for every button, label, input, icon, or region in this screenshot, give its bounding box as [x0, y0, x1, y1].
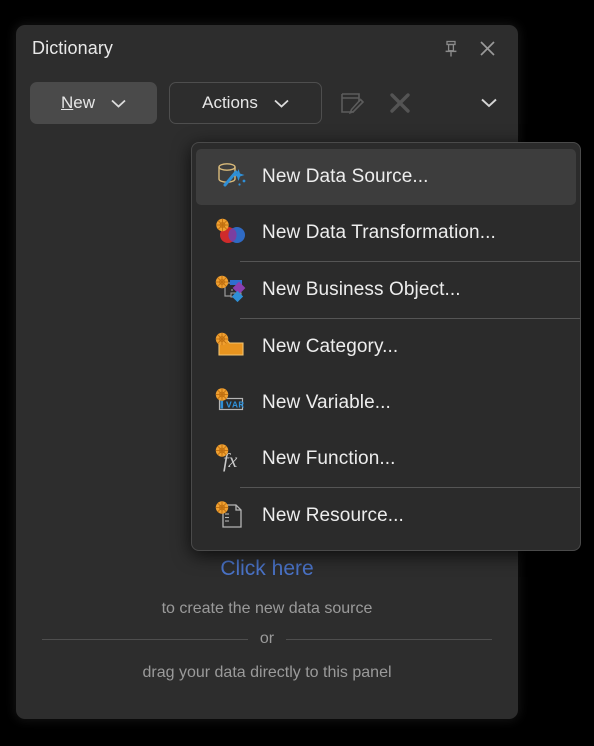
actions-button-label: Actions	[202, 93, 258, 112]
business-object-icon	[208, 271, 254, 309]
new-dropdown-menu: New Data Source... New Data Transformati…	[191, 142, 581, 551]
click-here-link[interactable]: Click here	[42, 554, 492, 584]
svg-text:VAR: VAR	[226, 400, 244, 411]
menu-item-new-resource[interactable]: New Resource...	[192, 488, 580, 544]
new-button-mnemonic: N	[60, 93, 74, 112]
new-button-label: New	[61, 93, 95, 113]
variable-icon: VAR	[208, 384, 254, 422]
panel-toolbar: New Actions	[16, 72, 518, 134]
or-label: or	[259, 630, 275, 647]
function-icon: fx	[208, 440, 254, 478]
chevron-down-icon	[111, 99, 126, 108]
divider-left	[42, 638, 248, 640]
empty-state: Click here to create the new data source…	[16, 554, 518, 682]
menu-item-label: New Data Transformation...	[262, 222, 496, 243]
menu-item-label: New Function...	[262, 448, 396, 469]
titlebar-actions	[440, 38, 504, 60]
menu-item-new-data-transformation[interactable]: New Data Transformation...	[192, 205, 580, 261]
new-button[interactable]: New	[30, 82, 157, 124]
menu-item-label: New Variable...	[262, 392, 391, 413]
menu-item-label: New Business Object...	[262, 279, 461, 300]
new-button-label-rest: ew	[73, 93, 95, 112]
menu-item-label: New Resource...	[262, 505, 404, 526]
menu-item-label: New Category...	[262, 336, 399, 357]
delete-icon	[382, 85, 418, 121]
menu-item-new-category[interactable]: New Category...	[192, 319, 580, 375]
resource-icon	[208, 497, 254, 535]
actions-button[interactable]: Actions	[169, 82, 322, 124]
divider-right	[286, 638, 493, 640]
data-source-icon	[208, 158, 254, 196]
edit-icon	[334, 85, 370, 121]
screen: Dictionary New Actions Click here to cre…	[0, 0, 594, 746]
menu-item-new-data-source[interactable]: New Data Source...	[196, 149, 576, 205]
toolbar-overflow-chevron-down-icon[interactable]	[474, 86, 504, 120]
close-icon[interactable]	[476, 38, 498, 60]
page-title: Dictionary	[32, 38, 114, 58]
menu-item-new-function[interactable]: fx New Function...	[192, 431, 580, 487]
empty-state-or-divider: or	[42, 630, 493, 648]
empty-state-subtitle: to create the new data source	[161, 600, 373, 617]
category-icon	[208, 328, 254, 366]
menu-item-new-business-object[interactable]: New Business Object...	[192, 262, 580, 318]
menu-item-label: New Data Source...	[262, 166, 429, 187]
pin-icon[interactable]	[440, 38, 462, 60]
chevron-down-icon	[274, 99, 289, 108]
panel-titlebar: Dictionary	[16, 25, 518, 72]
menu-item-new-variable[interactable]: VAR New Variable...	[192, 375, 580, 431]
empty-state-drag-hint: drag your data directly to this panel	[142, 664, 392, 681]
data-transformation-icon	[208, 214, 254, 252]
